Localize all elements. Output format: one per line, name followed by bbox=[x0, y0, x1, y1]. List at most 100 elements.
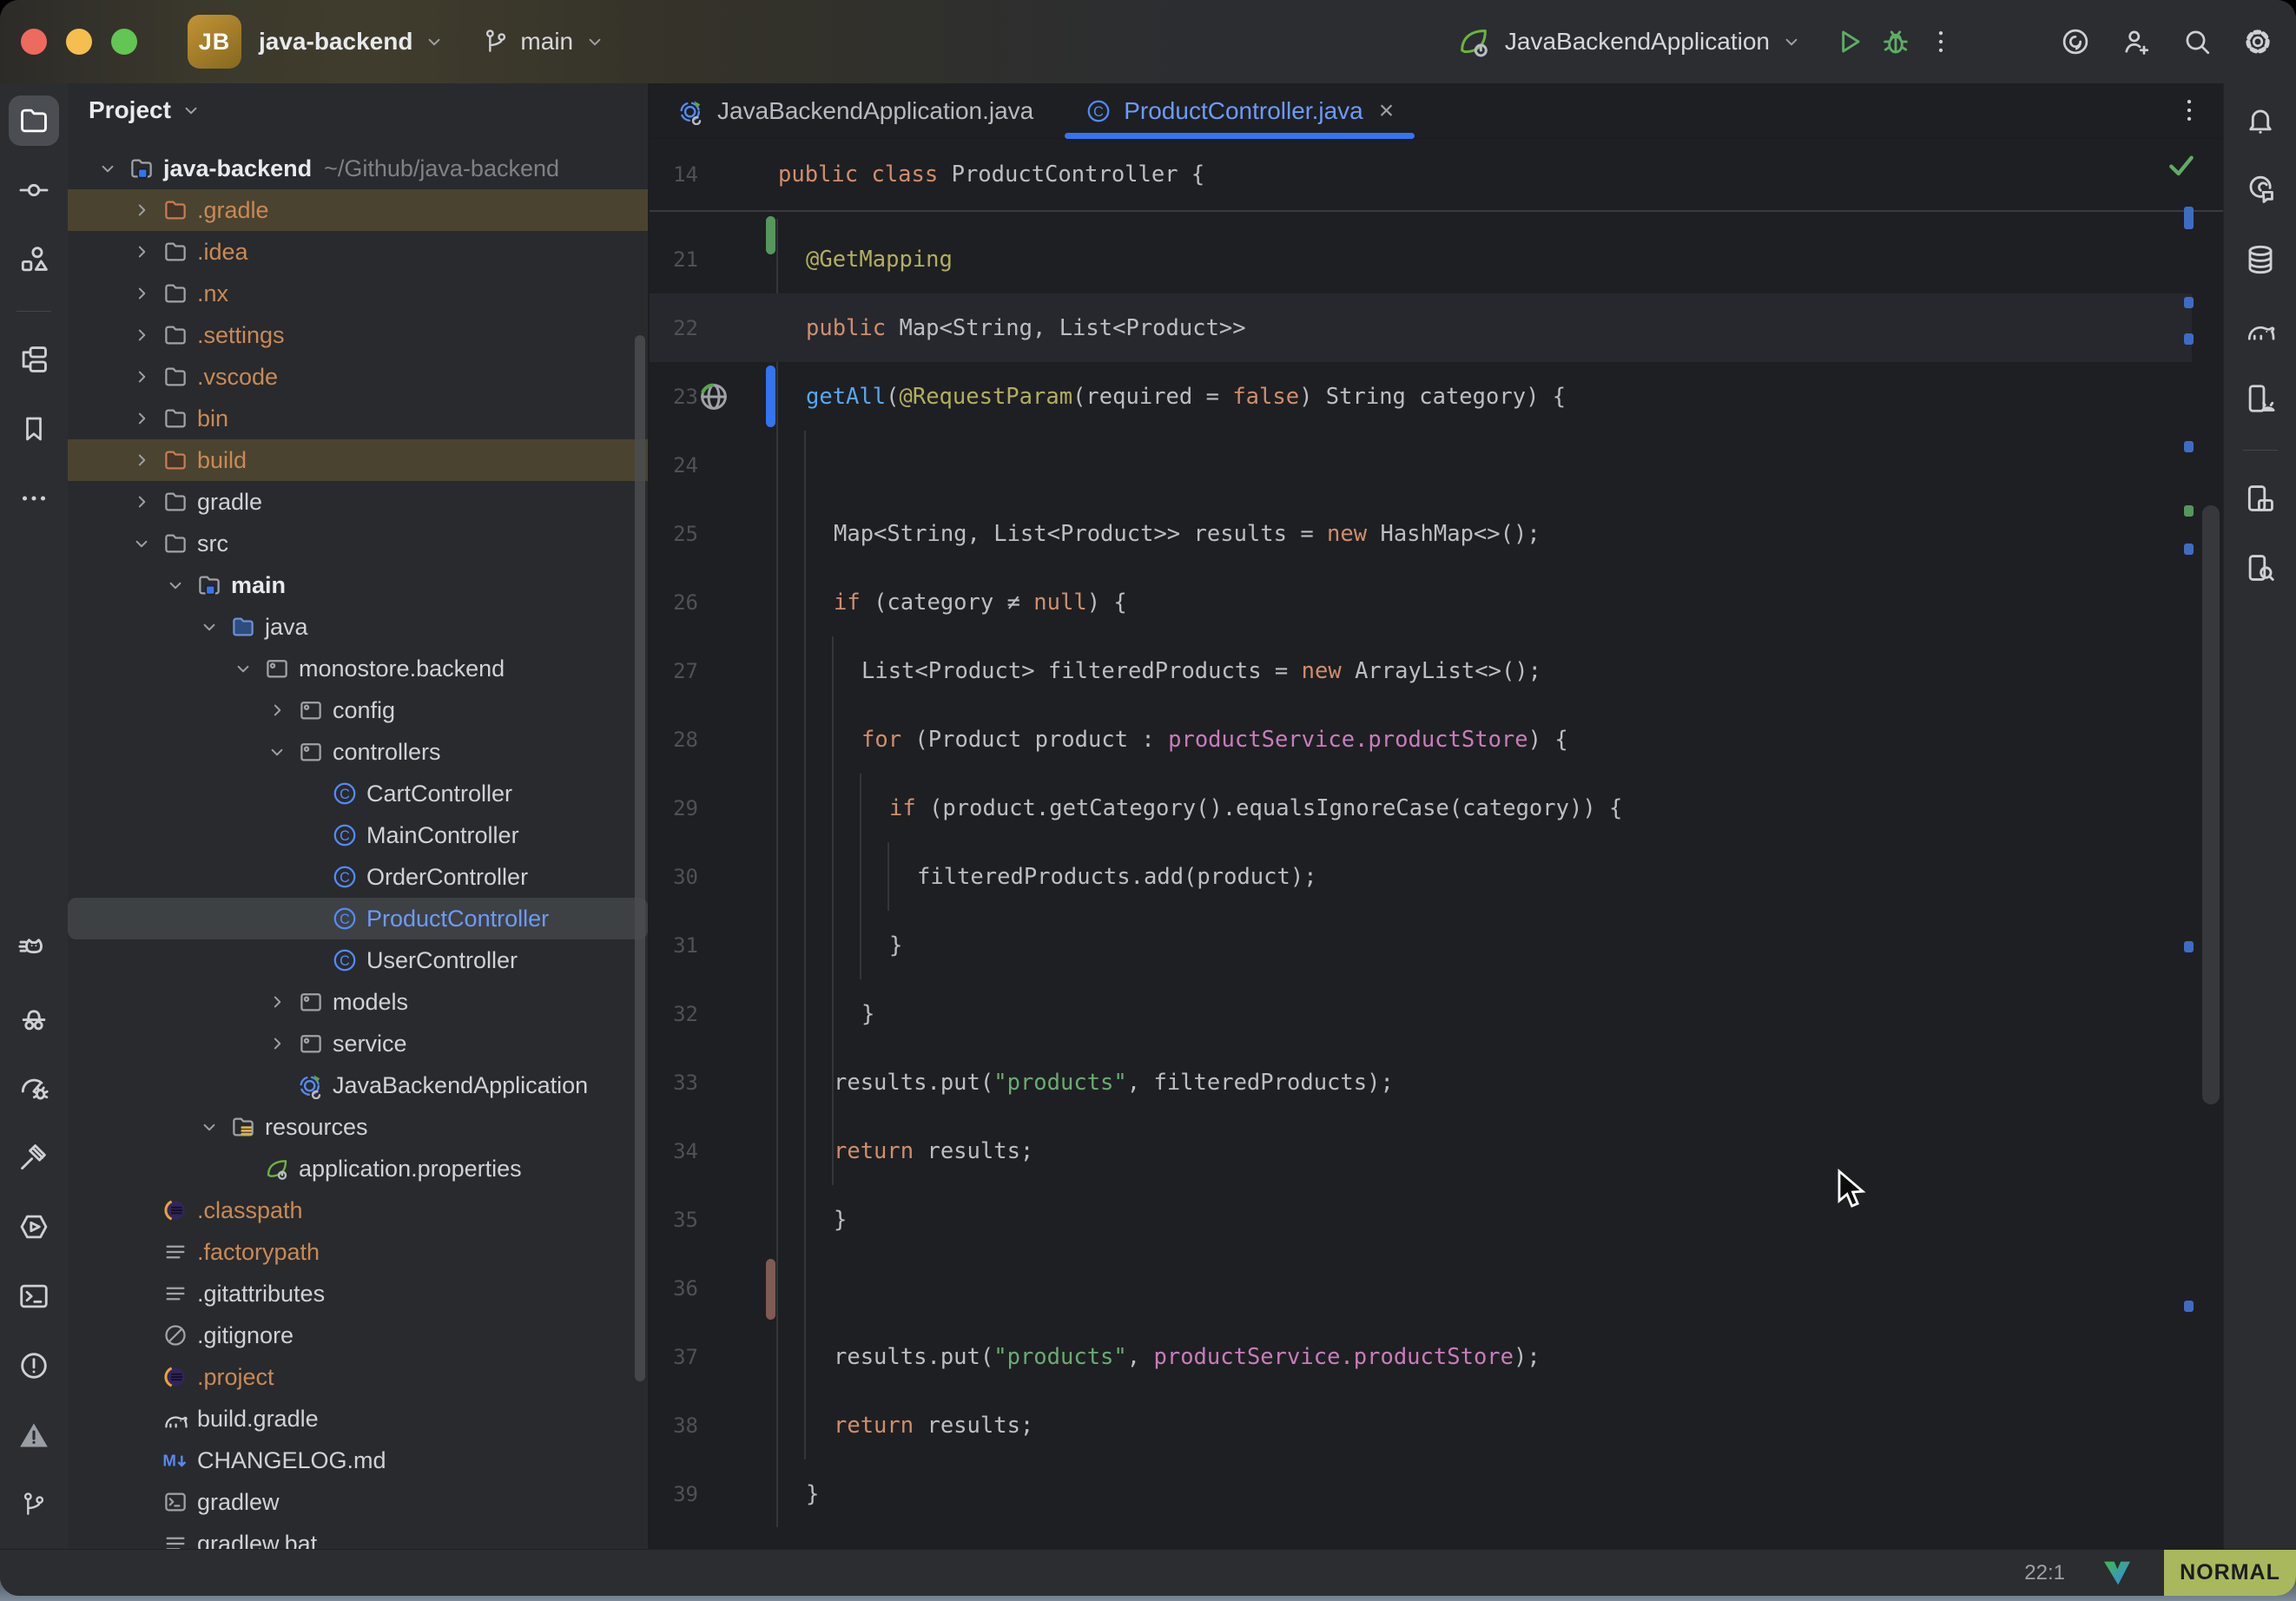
tab-options-kebab-icon[interactable] bbox=[2174, 96, 2204, 125]
settings-button[interactable] bbox=[2242, 26, 2273, 57]
caret-position[interactable]: 22:1 bbox=[2024, 1561, 2065, 1585]
zoom-window-button[interactable] bbox=[111, 29, 137, 55]
code-line-26[interactable]: 26if (category ≠ null) { bbox=[650, 568, 2223, 636]
more-run-options-button[interactable] bbox=[1926, 27, 1956, 56]
problems-icon[interactable] bbox=[9, 1341, 59, 1391]
code-line-24[interactable]: 24 bbox=[650, 431, 2223, 499]
stripe-blue-mark[interactable] bbox=[2184, 941, 2194, 952]
tree-item-maincontroller[interactable]: CMainController bbox=[68, 814, 648, 856]
tree-item-controllers[interactable]: controllers bbox=[68, 731, 648, 773]
vim-mode-badge[interactable]: NORMAL bbox=[2164, 1550, 2296, 1597]
project-folder-icon[interactable] bbox=[9, 96, 59, 146]
hierarchy-icon[interactable] bbox=[9, 334, 59, 385]
device-explorer-icon[interactable] bbox=[2235, 543, 2286, 593]
bookmarks-icon[interactable] bbox=[9, 404, 59, 454]
code-line-23[interactable]: 23getAll(@RequestParam(required = false)… bbox=[650, 362, 2223, 431]
tree-item-productcontroller[interactable]: CProductController bbox=[68, 898, 648, 939]
version-control-icon[interactable] bbox=[9, 1479, 59, 1530]
code-line-34[interactable]: 34return results; bbox=[650, 1117, 2223, 1185]
build-hammer-icon[interactable] bbox=[9, 1132, 59, 1183]
ideavim-icon[interactable] bbox=[2100, 1556, 2134, 1591]
line-number[interactable]: 25 bbox=[650, 522, 698, 546]
tree-item--idea[interactable]: .idea bbox=[68, 231, 648, 273]
code-line-30[interactable]: 30filteredProducts.add(product); bbox=[650, 842, 2223, 911]
stripe-blue-mark[interactable] bbox=[2184, 544, 2194, 555]
project-panel-header[interactable]: Project bbox=[68, 83, 648, 137]
close-window-button[interactable] bbox=[21, 29, 47, 55]
tree-chevron-down-icon[interactable] bbox=[192, 616, 226, 638]
tree-item-build-gradle[interactable]: build.gradle bbox=[68, 1398, 648, 1440]
code-line-28[interactable]: 28for (Product product : productService.… bbox=[650, 705, 2223, 774]
line-number[interactable]: 37 bbox=[650, 1345, 698, 1369]
tree-item-ordercontroller[interactable]: COrderController bbox=[68, 856, 648, 898]
tree-chevron-right-icon[interactable] bbox=[124, 282, 158, 305]
tree-chevron-right-icon[interactable] bbox=[124, 407, 158, 430]
line-number[interactable]: 22 bbox=[650, 316, 698, 340]
tree-chevron-down-icon[interactable] bbox=[124, 532, 158, 555]
tree-item-changelog-md[interactable]: MCHANGELOG.md bbox=[68, 1440, 648, 1481]
tree-item-java-backend[interactable]: java-backend~/Github/java-backend bbox=[68, 148, 648, 189]
tree-item--settings[interactable]: .settings bbox=[68, 314, 648, 356]
tree-item-cartcontroller[interactable]: CCartController bbox=[68, 773, 648, 814]
code-line-35[interactable]: 35} bbox=[650, 1185, 2223, 1254]
line-number[interactable]: 35 bbox=[650, 1208, 698, 1232]
database-icon[interactable] bbox=[2235, 234, 2286, 285]
code-line-22[interactable]: 22public Map<String, List<Product>> bbox=[650, 293, 2192, 362]
tree-chevron-down-icon[interactable] bbox=[226, 657, 260, 680]
close-tab-icon[interactable]: × bbox=[1379, 96, 1395, 126]
commit-icon[interactable] bbox=[9, 165, 59, 215]
tree-item--vscode[interactable]: .vscode bbox=[68, 356, 648, 398]
device-manager-icon[interactable] bbox=[2235, 373, 2286, 424]
line-number[interactable]: 33 bbox=[650, 1071, 698, 1095]
line-number[interactable]: 30 bbox=[650, 865, 698, 889]
search-everywhere-button[interactable] bbox=[2181, 26, 2213, 57]
tree-item-gradle[interactable]: gradle bbox=[68, 481, 648, 523]
tree-chevron-down-icon[interactable] bbox=[158, 574, 192, 596]
sticky-class-header[interactable]: 14public class ProductController { bbox=[650, 139, 2223, 212]
tree-chevron-right-icon[interactable] bbox=[124, 449, 158, 471]
stripe-blue-mark[interactable] bbox=[2184, 297, 2194, 308]
notifications-warning-icon[interactable] bbox=[9, 1410, 59, 1460]
incognito-icon[interactable] bbox=[9, 993, 59, 1044]
tree-item-config[interactable]: config bbox=[68, 689, 648, 731]
code-line-31[interactable]: 31} bbox=[650, 911, 2223, 979]
code-line-21[interactable]: 21@GetMapping bbox=[650, 225, 2223, 293]
branch-widget[interactable]: main bbox=[482, 28, 606, 56]
tree-item-src[interactable]: src bbox=[68, 523, 648, 564]
code-line-38[interactable]: 38return results; bbox=[650, 1391, 2223, 1459]
tree-chevron-right-icon[interactable] bbox=[124, 324, 158, 346]
ai-cat-icon[interactable] bbox=[9, 924, 59, 974]
stripe-blue-mark[interactable] bbox=[2184, 1301, 2194, 1312]
tree-item-application-properties[interactable]: application.properties bbox=[68, 1148, 648, 1189]
tab-javabackendapplication-java[interactable]: JavaBackendApplication.java bbox=[651, 83, 1059, 138]
notifications-bell-icon[interactable] bbox=[2235, 96, 2286, 146]
minimize-window-button[interactable] bbox=[66, 29, 92, 55]
code-line-25[interactable]: 25Map<String, List<Product>> results = n… bbox=[650, 499, 2223, 568]
tree-chevron-right-icon[interactable] bbox=[124, 491, 158, 513]
tree-item--project[interactable]: .project bbox=[68, 1356, 648, 1398]
ai-assistant-icon[interactable] bbox=[2235, 165, 2286, 215]
tree-item--nx[interactable]: .nx bbox=[68, 273, 648, 314]
profiler-icon[interactable] bbox=[9, 1063, 59, 1113]
tree-item-bin[interactable]: bin bbox=[68, 398, 648, 439]
tree-item--gradle[interactable]: .gradle bbox=[68, 189, 648, 231]
run-button[interactable] bbox=[1832, 25, 1865, 58]
line-number[interactable]: 36 bbox=[650, 1276, 698, 1301]
services-icon[interactable] bbox=[9, 1202, 59, 1252]
code-line-36[interactable]: 36 bbox=[650, 1254, 2223, 1322]
tree-chevron-down-icon[interactable] bbox=[192, 1116, 226, 1138]
structure-shapes-icon[interactable] bbox=[9, 234, 59, 285]
code-line-29[interactable]: 29if (product.getCategory().equalsIgnore… bbox=[650, 774, 2223, 842]
tree-item-gradlew[interactable]: gradlew bbox=[68, 1481, 648, 1523]
code-line-27[interactable]: 27List<Product> filteredProducts = new A… bbox=[650, 636, 2223, 705]
more-tools-icon[interactable] bbox=[9, 473, 59, 524]
editor-scrollbar[interactable] bbox=[2202, 505, 2220, 1104]
code-editor[interactable]: 21@GetMapping22public Map<String, List<P… bbox=[650, 212, 2223, 1549]
tree-item-service[interactable]: service bbox=[68, 1023, 648, 1064]
line-number[interactable]: 21 bbox=[650, 247, 698, 272]
tree-item-gradlew-bat[interactable]: gradlew.bat bbox=[68, 1523, 648, 1549]
tree-item-java[interactable]: java bbox=[68, 606, 648, 648]
code-line-39[interactable]: 39} bbox=[650, 1459, 2223, 1528]
tree-chevron-right-icon[interactable] bbox=[260, 991, 294, 1013]
line-number[interactable]: 26 bbox=[650, 590, 698, 615]
